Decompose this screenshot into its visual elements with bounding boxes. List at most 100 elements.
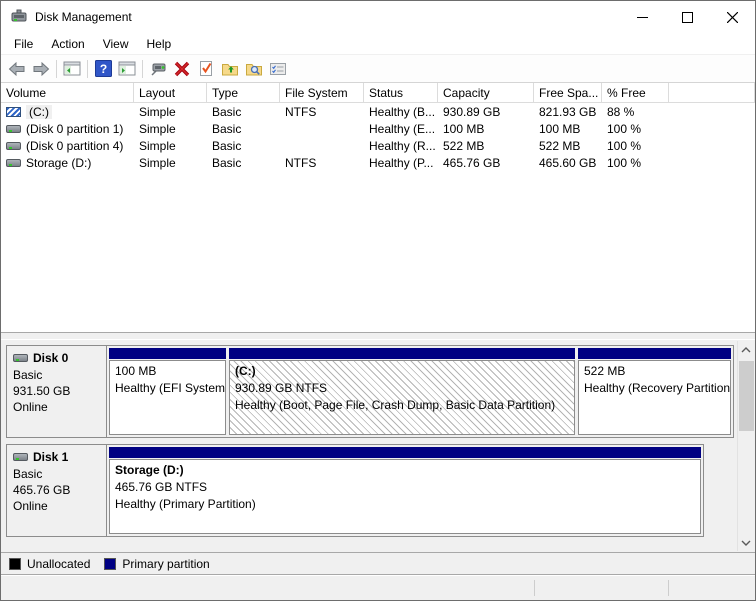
- cell-status: Healthy (P...: [369, 155, 434, 170]
- volume-c-icon: [6, 106, 21, 117]
- disk0-status: Online: [13, 400, 48, 414]
- partition-storage-d[interactable]: Storage (D:) 465.76 GB NTFS Healthy (Pri…: [109, 447, 701, 534]
- vertical-scrollbar[interactable]: [737, 341, 754, 551]
- console-tree-icon: [63, 61, 81, 75]
- cell-capacity: 100 MB: [443, 121, 485, 136]
- cell-layout: Simple: [139, 138, 176, 153]
- menu-action[interactable]: Action: [42, 34, 93, 54]
- cell-capacity: 465.76 GB: [443, 155, 501, 170]
- col-header-capacity[interactable]: Capacity: [438, 83, 534, 102]
- menu-file[interactable]: File: [5, 34, 42, 54]
- col-header-free-space[interactable]: Free Spa...: [534, 83, 602, 102]
- menu-help[interactable]: Help: [138, 34, 181, 54]
- cell-fs: [280, 137, 364, 154]
- check-document-button[interactable]: [194, 57, 218, 81]
- console-tree-toggle-button[interactable]: [60, 57, 84, 81]
- partition-recovery[interactable]: 522 MB Healthy (Recovery Partition: [578, 348, 731, 435]
- display-device-icon: [151, 63, 166, 76]
- volume-row-partition1[interactable]: (Disk 0 partition 1) Simple Basic Health…: [1, 120, 755, 137]
- folder-explore-button[interactable]: [242, 57, 266, 81]
- unallocated-swatch: [9, 558, 21, 570]
- chevron-up-icon: [741, 346, 751, 352]
- disk1-row: Disk 1 Basic 465.76 GB Online Storage (D…: [6, 444, 704, 537]
- folder-up-button[interactable]: [218, 57, 242, 81]
- title-bar: Disk Management: [1, 1, 755, 33]
- pane-splitter[interactable]: [1, 332, 755, 340]
- partition-color-bar: [109, 447, 701, 458]
- maximize-icon: [682, 11, 693, 23]
- legend-unallocated-label: Unallocated: [27, 557, 91, 571]
- partition-size: 522 MB: [584, 364, 626, 378]
- minimize-button[interactable]: [620, 1, 665, 33]
- cell-free: 465.60 GB: [539, 155, 597, 170]
- delete-volume-button[interactable]: [170, 57, 194, 81]
- toolbar-separator: [87, 59, 88, 78]
- close-button[interactable]: [710, 1, 755, 33]
- cell-fs: [280, 120, 364, 137]
- disk0-partitions: 100 MB Healthy (EFI System (C:) 930.89 G…: [107, 346, 733, 437]
- col-header-status[interactable]: Status: [364, 83, 438, 102]
- folder-explore-icon: [246, 63, 262, 75]
- maximize-button[interactable]: [665, 1, 710, 33]
- disk0-label-panel[interactable]: Disk 0 Basic 931.50 GB Online: [7, 346, 107, 437]
- graphical-view-pane: Disk 0 Basic 931.50 GB Online 100 MB Hea…: [1, 340, 755, 552]
- col-header-layout[interactable]: Layout: [134, 83, 207, 102]
- svg-text:?: ?: [99, 62, 106, 76]
- partition-name: Storage (D:): [115, 463, 184, 477]
- disk-management-window: Disk Management File Action View Help ? …: [0, 0, 756, 601]
- volume-name: (C:): [26, 104, 52, 119]
- display-device-button[interactable]: [146, 57, 170, 81]
- volume-row-storage-d[interactable]: Storage (D:) Simple Basic NTFS Healthy (…: [1, 154, 755, 171]
- status-bar: [1, 575, 755, 600]
- col-header-file-system[interactable]: File System: [280, 83, 364, 102]
- close-icon: [727, 11, 738, 23]
- disk1-kind: Basic: [13, 467, 43, 481]
- volume-name: (Disk 0 partition 1): [26, 121, 124, 136]
- cell-status: Healthy (B...: [369, 104, 436, 119]
- col-header-type[interactable]: Type: [207, 83, 280, 102]
- checklist-button[interactable]: [266, 57, 290, 81]
- cell-pct: 100 %: [607, 121, 642, 136]
- cell-free: 522 MB: [539, 138, 581, 153]
- scroll-up-button[interactable]: [738, 341, 754, 358]
- action-pane-icon: [118, 61, 136, 75]
- chevron-down-icon: [741, 540, 751, 546]
- disk1-partitions: Storage (D:) 465.76 GB NTFS Healthy (Pri…: [107, 445, 703, 536]
- menu-bar: File Action View Help: [1, 33, 755, 55]
- partition-status: Healthy (EFI System: [115, 381, 226, 395]
- disk0-kind: Basic: [13, 368, 43, 382]
- disk0-row: Disk 0 Basic 931.50 GB Online 100 MB Hea…: [6, 345, 734, 438]
- col-header-pct-free[interactable]: % Free: [602, 83, 669, 102]
- scroll-down-button[interactable]: [738, 534, 754, 551]
- volume-list: Volume Layout Type File System Status Ca…: [1, 83, 755, 332]
- disk-icon: [13, 452, 28, 462]
- primary-partition-swatch: [104, 558, 117, 570]
- volume-row-c[interactable]: (C:) Simple Basic NTFS Healthy (B... 930…: [1, 103, 755, 120]
- partition-c[interactable]: (C:) 930.89 GB NTFS Healthy (Boot, Page …: [229, 348, 575, 435]
- cell-type: Basic: [212, 104, 242, 119]
- cell-layout: Simple: [139, 121, 176, 136]
- cell-pct: 100 %: [607, 138, 642, 153]
- partition-status: Healthy (Recovery Partition: [584, 381, 731, 395]
- volume-row-partition4[interactable]: (Disk 0 partition 4) Simple Basic Health…: [1, 137, 755, 154]
- cell-pct: 88 %: [607, 104, 635, 119]
- app-icon: [11, 9, 27, 25]
- volume-name: Storage (D:): [26, 155, 92, 170]
- disk0-name: Disk 0: [33, 351, 69, 365]
- partition-size: 465.76 GB NTFS: [115, 480, 208, 494]
- menu-view[interactable]: View: [94, 34, 138, 54]
- cell-free: 821.93 GB: [539, 104, 597, 119]
- statusbar-divider: [534, 580, 535, 596]
- disk1-label-panel[interactable]: Disk 1 Basic 465.76 GB Online: [7, 445, 107, 536]
- partition-efi[interactable]: 100 MB Healthy (EFI System: [109, 348, 226, 435]
- scrollbar-thumb[interactable]: [739, 361, 754, 431]
- forward-button[interactable]: [29, 57, 53, 81]
- col-header-volume[interactable]: Volume: [1, 83, 134, 102]
- action-pane-toggle-button[interactable]: [115, 57, 139, 81]
- cell-type: Basic: [212, 121, 242, 136]
- help-button[interactable]: ?: [91, 57, 115, 81]
- toolbar-separator: [56, 59, 57, 78]
- back-button[interactable]: [5, 57, 29, 81]
- partition-color-bar: [109, 348, 226, 359]
- cell-capacity: 930.89 GB: [443, 104, 501, 119]
